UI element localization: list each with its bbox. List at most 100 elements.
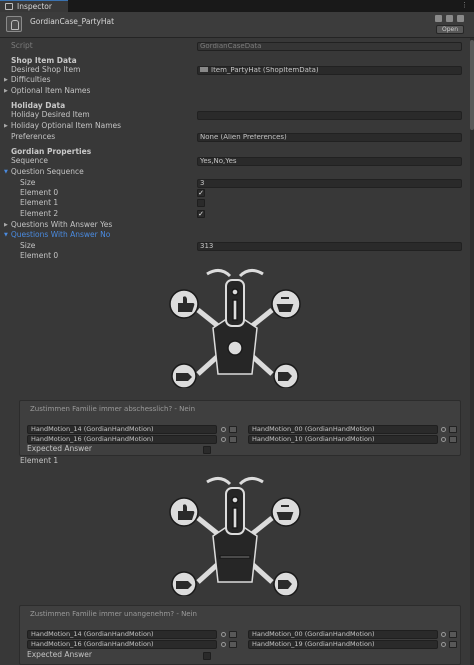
preset-icon[interactable] <box>446 15 453 22</box>
difficulties-foldout[interactable]: Difficulties <box>4 75 51 85</box>
remove-button[interactable] <box>229 426 237 433</box>
remove-button[interactable] <box>449 631 457 638</box>
rock-hand-icon <box>171 363 197 388</box>
object-picker-icon[interactable] <box>221 437 226 442</box>
holiday-desired-item-field[interactable] <box>197 111 462 120</box>
remove-button[interactable] <box>449 436 457 443</box>
panel1-title: Zustimmen Familie immer abschesslich? - … <box>30 405 196 413</box>
object-picker-icon[interactable] <box>221 642 226 647</box>
help-icon[interactable] <box>435 15 442 22</box>
panel2-right-top-field[interactable]: HandMotion_00 (GordianHandMotion) <box>248 630 438 639</box>
panel2-expected-answer-checkbox[interactable] <box>203 652 211 660</box>
panel1-right-top-field[interactable]: HandMotion_00 (GordianHandMotion) <box>248 425 438 434</box>
scrollbar[interactable] <box>470 38 474 665</box>
open-hand-icon <box>271 497 301 527</box>
object-picker-icon[interactable] <box>221 427 226 432</box>
panel1-left-bottom-value: HandMotion_16 (GordianHandMotion) <box>31 435 154 443</box>
panel1-left-top-field[interactable]: HandMotion_14 (GordianHandMotion) <box>27 425 217 434</box>
size-field[interactable]: 3 <box>197 179 462 188</box>
size2-field[interactable]: 313 <box>197 242 462 251</box>
gordian-preview-1 <box>169 269 301 388</box>
tab-bar: Inspector ⋮ <box>0 0 474 12</box>
panel2-expected-answer-label: Expected Answer <box>27 650 92 659</box>
panel1-right-top-value: HandMotion_00 (GordianHandMotion) <box>252 425 375 433</box>
remove-button[interactable] <box>449 426 457 433</box>
scrollbar-thumb[interactable] <box>470 40 474 130</box>
desired-shop-item-label: Desired Shop Item <box>11 65 81 74</box>
inspector-header: GordianCase_PartyHat Open <box>0 12 474 38</box>
questions-no-label: Questions With Answer No <box>10 230 111 239</box>
sequence-field[interactable]: Yes,No,Yes <box>197 157 462 166</box>
no-element0-label: Element 0 <box>20 251 59 260</box>
panel2-left-top-field[interactable]: HandMotion_14 (GordianHandMotion) <box>27 630 217 639</box>
object-picker-icon[interactable] <box>441 642 446 647</box>
optional-item-names-foldout[interactable]: Optional Item Names <box>4 86 91 96</box>
open-hand-icon <box>271 289 301 319</box>
element2-label: Element 2 <box>20 209 59 218</box>
holiday-desired-item-label: Holiday Desired Item <box>11 110 90 119</box>
no-element1-label: Element 1 <box>20 456 59 465</box>
size2-value: 313 <box>200 242 214 250</box>
sequence-value: Yes,No,Yes <box>200 157 237 165</box>
question-sequence-label: Question Sequence <box>10 167 84 176</box>
element0-checkbox[interactable]: ✓ <box>197 189 205 197</box>
tab-menu-icon[interactable]: ⋮ <box>461 1 468 9</box>
settings-icon[interactable] <box>457 15 464 22</box>
rock-hand-icon <box>171 571 197 596</box>
question-panel-1: Zustimmen Familie immer abschesslich? - … <box>19 400 461 456</box>
panel1-left-bottom-field[interactable]: HandMotion_16 (GordianHandMotion) <box>27 435 217 444</box>
size-label: Size <box>20 178 36 187</box>
holiday-optional-item-names-foldout[interactable]: Holiday Optional Item Names <box>4 121 121 131</box>
script-label: Script <box>11 41 33 50</box>
panel2-left-bottom-field[interactable]: HandMotion_16 (GordianHandMotion) <box>27 640 217 649</box>
sequence-label: Sequence <box>11 156 48 165</box>
element2-checkbox[interactable]: ✓ <box>197 210 205 218</box>
open-button[interactable]: Open <box>435 25 464 34</box>
script-value: GordianCaseData <box>200 42 262 50</box>
desired-shop-item-field[interactable]: Item_PartyHat (ShopItemData) <box>197 66 462 75</box>
script-field[interactable]: GordianCaseData <box>197 42 462 51</box>
panel2-left-bottom-value: HandMotion_16 (GordianHandMotion) <box>31 640 154 648</box>
thumbs-up-icon <box>169 497 199 527</box>
tab-label: Inspector <box>17 2 52 11</box>
remove-button[interactable] <box>229 641 237 648</box>
thumbs-up-icon <box>169 289 199 319</box>
element1-checkbox[interactable] <box>197 199 205 207</box>
questions-no-foldout[interactable]: Questions With Answer No <box>4 230 110 240</box>
object-picker-icon[interactable] <box>221 632 226 637</box>
questions-yes-foldout[interactable]: Questions With Answer Yes <box>4 220 112 230</box>
remove-button[interactable] <box>229 631 237 638</box>
preferences-field[interactable]: None (Alien Preferences) <box>197 133 462 142</box>
inspector-icon <box>5 3 13 10</box>
panel2-right-bottom-field[interactable]: HandMotion_19 (GordianHandMotion) <box>248 640 438 649</box>
asset-title: GordianCase_PartyHat <box>30 17 115 26</box>
object-picker-icon[interactable] <box>441 427 446 432</box>
panel1-left-top-value: HandMotion_14 (GordianHandMotion) <box>31 425 154 433</box>
object-picker-icon[interactable] <box>441 632 446 637</box>
asset-icon <box>6 16 22 32</box>
panel1-right-bottom-value: HandMotion_10 (GordianHandMotion) <box>252 435 375 443</box>
question-sequence-foldout[interactable]: Question Sequence <box>4 167 84 177</box>
panel2-left-top-value: HandMotion_14 (GordianHandMotion) <box>31 630 154 638</box>
element1-label: Element 1 <box>20 198 59 207</box>
preferences-value: None (Alien Preferences) <box>200 133 287 141</box>
scissors-hand-icon <box>273 571 299 596</box>
gordian-preview-2 <box>169 477 301 596</box>
object-icon <box>200 67 208 72</box>
preferences-label: Preferences <box>11 132 56 141</box>
remove-button[interactable] <box>229 436 237 443</box>
panel1-expected-answer-checkbox[interactable] <box>203 446 211 454</box>
object-picker-icon[interactable] <box>441 437 446 442</box>
desired-shop-item-value: Item_PartyHat (ShopItemData) <box>211 66 319 74</box>
panel1-expected-answer-label: Expected Answer <box>27 444 92 453</box>
size-value: 3 <box>200 179 205 187</box>
element0-label: Element 0 <box>20 188 59 197</box>
size2-label: Size <box>20 241 36 250</box>
panel2-right-bottom-value: HandMotion_19 (GordianHandMotion) <box>252 640 375 648</box>
panel1-right-bottom-field[interactable]: HandMotion_10 (GordianHandMotion) <box>248 435 438 444</box>
panel2-title: Zustimmen Familie immer unangenehm? - Ne… <box>30 610 197 618</box>
panel2-right-top-value: HandMotion_00 (GordianHandMotion) <box>252 630 375 638</box>
inspector-content: Script GordianCaseData Shop Item Data De… <box>0 38 474 665</box>
tab-inspector[interactable]: Inspector <box>0 0 68 12</box>
remove-button[interactable] <box>449 641 457 648</box>
